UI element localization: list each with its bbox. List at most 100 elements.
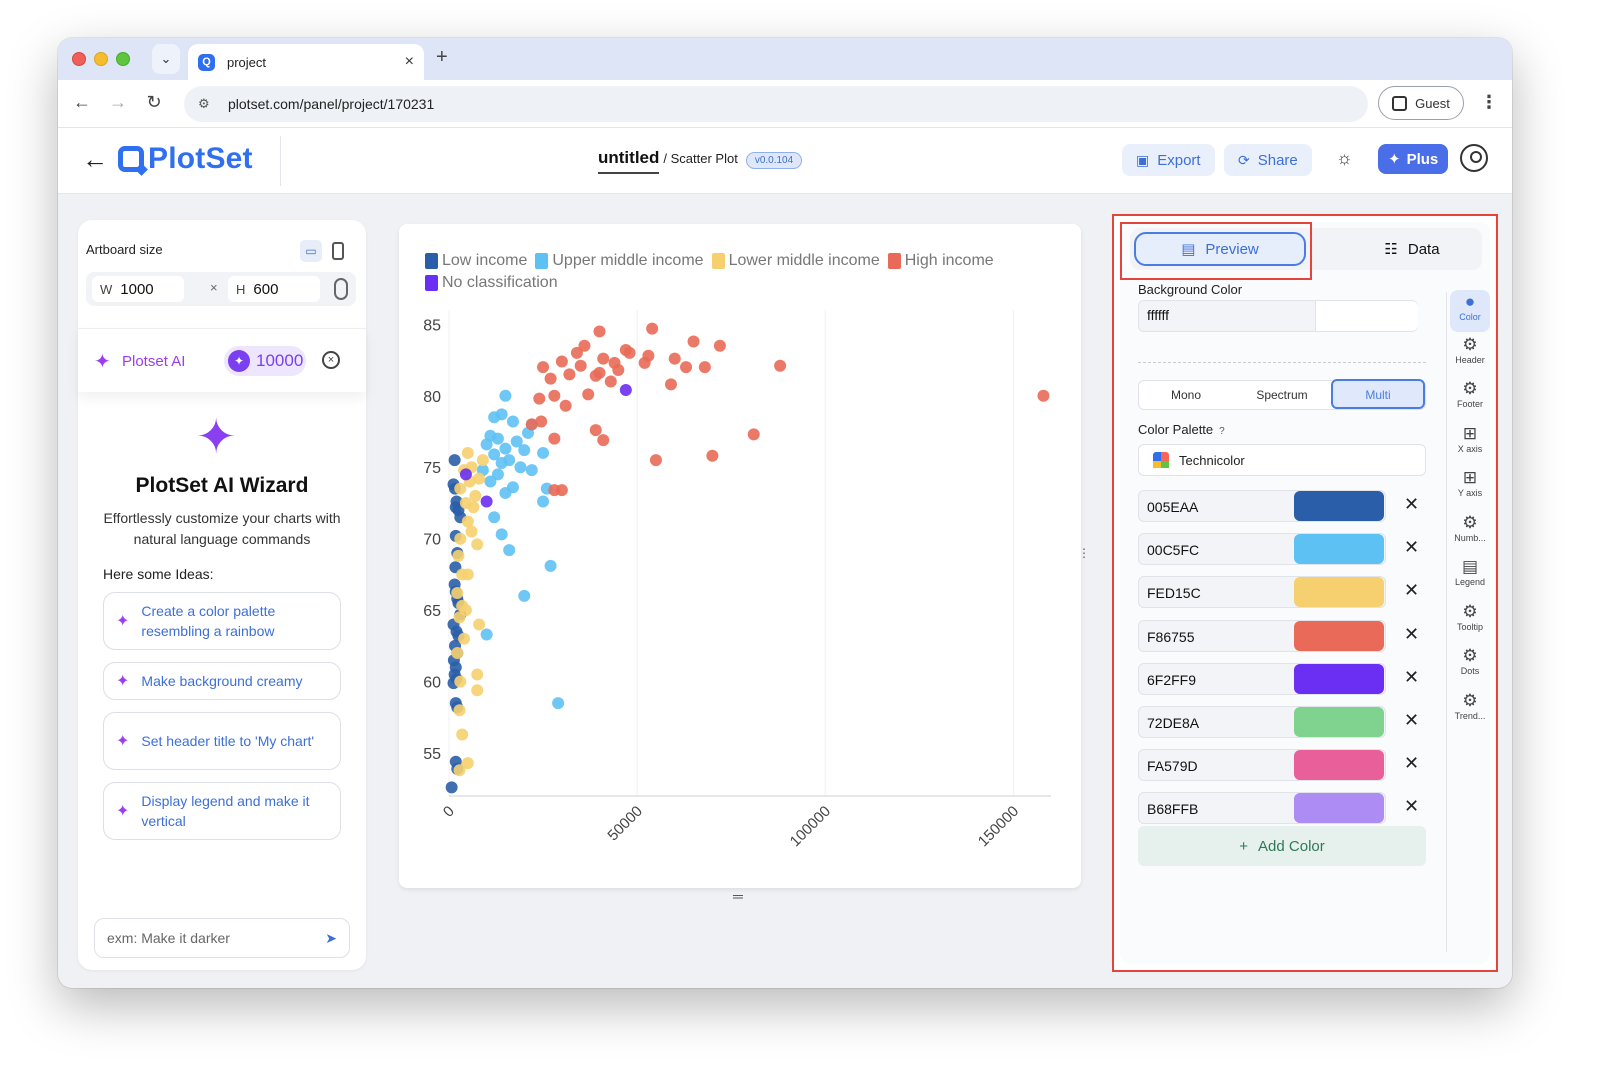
idea-button[interactable]: ✦ Display legend and make it vertical bbox=[103, 782, 341, 840]
scatter-point[interactable] bbox=[514, 461, 527, 474]
legend-item[interactable]: No classification bbox=[425, 274, 558, 292]
scatter-point[interactable] bbox=[525, 464, 538, 477]
scatter-point[interactable] bbox=[480, 495, 493, 508]
scatter-point[interactable] bbox=[664, 378, 677, 391]
scatter-point[interactable] bbox=[544, 559, 557, 572]
scatter-point[interactable] bbox=[570, 346, 583, 359]
scatter-point[interactable] bbox=[448, 454, 461, 467]
scatter-point[interactable] bbox=[495, 456, 508, 469]
scatter-point[interactable] bbox=[454, 675, 467, 688]
scatter-point[interactable] bbox=[453, 764, 466, 777]
scatter-point[interactable] bbox=[473, 618, 486, 631]
scatter-point[interactable] bbox=[537, 446, 550, 459]
scatter-point[interactable] bbox=[453, 611, 466, 624]
add-color-button[interactable]: + Add Color bbox=[1138, 826, 1426, 866]
minimize-window-button[interactable] bbox=[94, 52, 108, 66]
side-tab-footer[interactable]: ⚙ Footer bbox=[1450, 379, 1490, 409]
scatter-point[interactable] bbox=[453, 704, 466, 717]
scatter-point[interactable] bbox=[597, 352, 610, 365]
scatter-point[interactable] bbox=[476, 454, 489, 467]
scatter-point[interactable] bbox=[623, 346, 636, 359]
idea-button[interactable]: ✦ Set header title to 'My chart' bbox=[103, 712, 341, 770]
scatter-point[interactable] bbox=[451, 587, 464, 600]
remove-color-icon[interactable]: ✕ bbox=[1404, 667, 1419, 688]
scatter-point[interactable] bbox=[471, 668, 484, 681]
address-bar[interactable]: ⚙ plotset.com/panel/project/170231 bbox=[184, 86, 1368, 122]
legend-item[interactable]: Upper middle income bbox=[535, 252, 704, 270]
scatter-point[interactable] bbox=[698, 361, 711, 374]
data-button[interactable]: ☷ Data bbox=[1352, 232, 1472, 266]
scatter-point[interactable] bbox=[471, 684, 484, 697]
background-color-field[interactable] bbox=[1138, 300, 1418, 332]
scatter-point[interactable] bbox=[445, 781, 458, 794]
scatter-point[interactable] bbox=[518, 589, 531, 602]
color-swatch[interactable] bbox=[1294, 620, 1384, 651]
side-tab-y-axis[interactable]: ⊞ Y axis bbox=[1450, 468, 1490, 498]
legend-item[interactable]: Lower middle income bbox=[711, 252, 880, 270]
side-tab-numb[interactable]: ⚙ Numb... bbox=[1450, 513, 1490, 543]
scatter-point[interactable] bbox=[680, 361, 693, 374]
close-window-button[interactable] bbox=[72, 52, 86, 66]
scatter-point[interactable] bbox=[499, 486, 512, 499]
scatter-point[interactable] bbox=[574, 359, 587, 372]
scatter-point[interactable] bbox=[461, 568, 474, 581]
mobile-device-icon[interactable] bbox=[332, 242, 344, 260]
scatter-point[interactable] bbox=[612, 364, 625, 377]
user-account-icon[interactable] bbox=[1460, 144, 1488, 172]
scatter-point[interactable] bbox=[544, 372, 557, 385]
remove-color-icon[interactable]: ✕ bbox=[1404, 580, 1419, 601]
scatter-point[interactable] bbox=[548, 484, 561, 497]
site-settings-icon[interactable]: ⚙ bbox=[198, 96, 216, 112]
scatter-point[interactable] bbox=[503, 544, 516, 557]
scatter-point[interactable] bbox=[452, 549, 465, 562]
scatter-point[interactable] bbox=[774, 359, 787, 372]
scatter-point[interactable] bbox=[649, 454, 662, 467]
scatter-point[interactable] bbox=[747, 428, 760, 441]
scatter-point[interactable] bbox=[480, 438, 493, 451]
scatter-point[interactable] bbox=[687, 335, 700, 348]
background-color-input[interactable] bbox=[1147, 307, 1307, 323]
close-ai-icon[interactable]: × bbox=[322, 351, 340, 369]
remove-color-icon[interactable]: ✕ bbox=[1404, 753, 1419, 774]
scatter-point[interactable] bbox=[458, 632, 471, 645]
scatter-point[interactable] bbox=[454, 482, 467, 495]
scatter-point[interactable] bbox=[454, 532, 467, 545]
scatter-point[interactable] bbox=[533, 392, 546, 405]
project-title[interactable]: untitled bbox=[598, 148, 660, 174]
scatter-point[interactable] bbox=[548, 432, 561, 445]
legend-item[interactable]: Low income bbox=[425, 252, 527, 270]
ai-prompt-input[interactable] bbox=[107, 930, 326, 946]
back-arrow-icon[interactable]: ← bbox=[70, 92, 94, 113]
color-swatch[interactable] bbox=[1294, 534, 1384, 565]
scatter-point[interactable] bbox=[619, 384, 632, 397]
side-tab-color[interactable]: ● Color bbox=[1450, 290, 1490, 332]
side-tab-trend[interactable]: ⚙ Trend... bbox=[1450, 691, 1490, 721]
scatter-point[interactable] bbox=[537, 361, 550, 374]
color-swatch[interactable] bbox=[1294, 577, 1384, 608]
plus-upgrade-button[interactable]: ✦ Plus bbox=[1378, 144, 1449, 174]
scatter-point[interactable] bbox=[593, 325, 606, 338]
color-palette-select[interactable]: Technicolor bbox=[1138, 444, 1426, 476]
scatter-point[interactable] bbox=[456, 728, 469, 741]
back-arrow-icon[interactable]: ← bbox=[82, 144, 108, 175]
scatter-point[interactable] bbox=[555, 355, 568, 368]
background-color-swatch[interactable] bbox=[1315, 301, 1418, 331]
legend-item[interactable]: High income bbox=[887, 252, 994, 270]
scatter-point[interactable] bbox=[461, 446, 474, 459]
side-tab-x-axis[interactable]: ⊞ X axis bbox=[1450, 424, 1490, 454]
tab-close-icon[interactable]: × bbox=[405, 53, 414, 71]
width-field[interactable]: W 1000 bbox=[92, 276, 184, 302]
forward-arrow-icon[interactable]: → bbox=[106, 92, 130, 113]
scatter-point[interactable] bbox=[459, 468, 472, 481]
scatter-point[interactable] bbox=[638, 356, 651, 369]
help-icon[interactable]: ? bbox=[1219, 426, 1225, 437]
theme-sun-icon[interactable]: ☼ bbox=[1336, 148, 1353, 169]
scatter-point[interactable] bbox=[646, 322, 659, 335]
scatter-point[interactable] bbox=[467, 501, 480, 514]
scatter-point[interactable] bbox=[1037, 389, 1050, 402]
zoom-window-button[interactable] bbox=[116, 52, 130, 66]
remove-color-icon[interactable]: ✕ bbox=[1404, 624, 1419, 645]
plotset-logo[interactable]: PlotSet bbox=[118, 142, 253, 176]
scatter-point[interactable] bbox=[499, 389, 512, 402]
tab-search-chevron-icon[interactable]: ⌄ bbox=[152, 44, 180, 74]
